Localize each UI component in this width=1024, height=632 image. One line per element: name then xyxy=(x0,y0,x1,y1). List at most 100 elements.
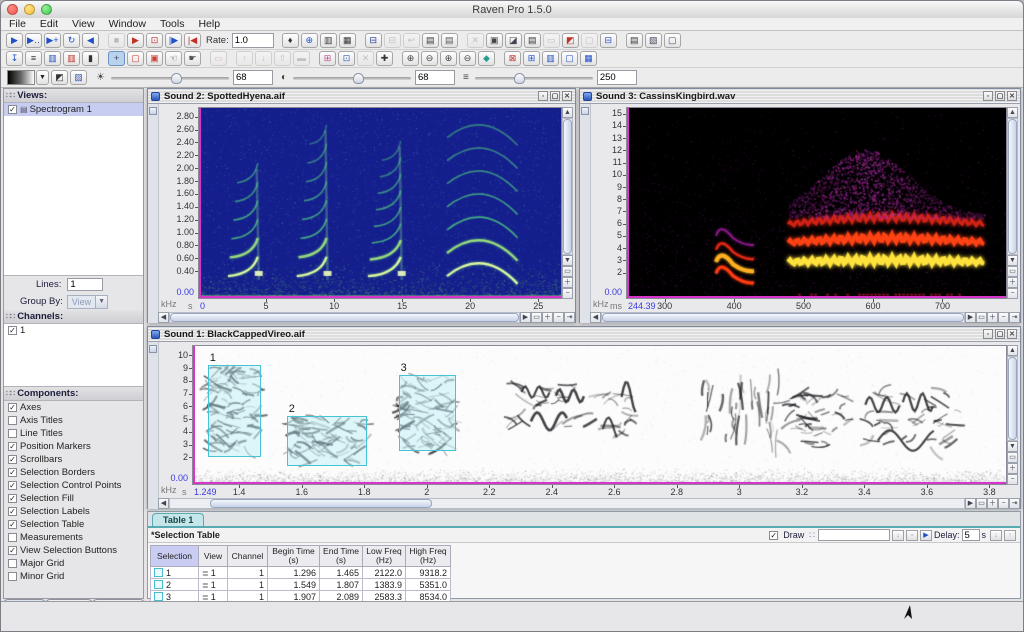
clear-selection-button[interactable]: ▭ xyxy=(210,51,227,66)
time-zoom-reset-button[interactable]: ▭ xyxy=(531,312,542,323)
tab-table-1[interactable]: Table 1 xyxy=(152,513,204,526)
component-position-markers[interactable]: ✓Position Markers xyxy=(4,440,143,453)
scroll-down-button[interactable]: ▼ xyxy=(562,255,573,266)
play-selection-button[interactable]: ▶+ xyxy=(44,33,61,48)
print-button[interactable]: ▤ xyxy=(524,33,541,48)
zoom-out-freq-button[interactable]: ⊖ xyxy=(459,51,476,66)
scroll-right-button[interactable]: ▶ xyxy=(965,312,976,323)
scroll-left-button[interactable]: ◀ xyxy=(158,498,169,509)
s3-vertical-scrollbar[interactable]: ▲▼▭＋− xyxy=(1007,107,1019,299)
save-button[interactable]: ⊟ xyxy=(384,33,401,48)
component-view-selection-buttons[interactable]: ✓View Selection Buttons xyxy=(4,544,143,557)
revert-button[interactable]: ↩ xyxy=(403,33,420,48)
smoothing-slider[interactable] xyxy=(475,72,593,84)
maximize-button[interactable]: ▢ xyxy=(995,91,1005,101)
zoom-out-time-button[interactable]: ⊖ xyxy=(421,51,438,66)
copy-button[interactable]: ▣ xyxy=(486,33,503,48)
page-scan-button[interactable]: ▧ xyxy=(645,33,662,48)
view-select-button[interactable] xyxy=(149,345,157,353)
scroll-right-button[interactable]: ▶ xyxy=(965,498,976,509)
component-selection-labels[interactable]: ✓Selection Labels xyxy=(4,505,143,518)
flatten-button[interactable]: ▬ xyxy=(293,51,310,66)
new-waveform-button[interactable]: ▥ xyxy=(44,51,61,66)
new-spectrogram-button[interactable]: ▥ xyxy=(63,51,80,66)
lines-input[interactable] xyxy=(67,278,103,291)
menu-file[interactable]: File xyxy=(9,18,26,30)
freq-zoom-out-button[interactable]: − xyxy=(1007,288,1018,299)
scroll-down-button[interactable]: ▼ xyxy=(1007,255,1018,266)
close-button[interactable]: ✕ xyxy=(1007,91,1017,101)
play-button[interactable]: ▶ xyxy=(6,33,23,48)
new-slice-button[interactable]: ▮ xyxy=(82,51,99,66)
component-scrollbars-checkbox[interactable]: ✓ xyxy=(8,455,17,464)
new-document-button[interactable]: ▢ xyxy=(664,33,681,48)
hscroll-thumb[interactable] xyxy=(210,499,432,508)
smoothing-slider-thumb[interactable] xyxy=(514,73,525,84)
selection-tool-button[interactable]: + xyxy=(108,51,125,66)
grid-toggle-button[interactable]: ⊠ xyxy=(504,51,521,66)
apply-filter-button[interactable]: ↓ xyxy=(892,530,904,541)
column-header-selection[interactable]: Selection xyxy=(151,546,199,567)
window-layout-button[interactable]: ▢ xyxy=(561,51,578,66)
time-zoom-in-button[interactable]: ＋ xyxy=(987,498,998,509)
s2-spectrogram-plot[interactable] xyxy=(198,107,562,299)
print-sound-button[interactable]: ▤ xyxy=(422,33,439,48)
column-header-channel[interactable]: Channel xyxy=(228,546,268,567)
freq-zoom-in-button[interactable]: ＋ xyxy=(562,277,573,288)
print-preview-button[interactable]: ▤ xyxy=(441,33,458,48)
vscroll-track[interactable] xyxy=(1007,118,1018,255)
vscroll-thumb[interactable] xyxy=(1008,357,1017,440)
close-button[interactable]: ✕ xyxy=(562,91,572,101)
component-selection-fill[interactable]: ✓Selection Fill xyxy=(4,492,143,505)
hscroll-track[interactable] xyxy=(601,312,965,323)
hscroll-thumb[interactable] xyxy=(602,313,964,322)
link-views-button[interactable]: ↧ xyxy=(6,51,23,66)
scroll-left-button[interactable]: ◀ xyxy=(590,312,601,323)
invert-colormap-button[interactable]: ◩ xyxy=(51,70,68,85)
view-select-button[interactable] xyxy=(581,107,589,115)
move-down-button[interactable]: ↓ xyxy=(255,51,272,66)
menu-view[interactable]: View xyxy=(72,18,95,30)
close-view-button[interactable]: ✕ xyxy=(357,51,374,66)
time-zoom-out-button[interactable]: − xyxy=(998,498,1009,509)
record-new-button[interactable]: ⊕ xyxy=(301,33,318,48)
stop-button[interactable]: ■ xyxy=(108,33,125,48)
component-view-selection-buttons-checkbox[interactable]: ✓ xyxy=(8,546,17,555)
component-selection-borders[interactable]: ✓Selection Borders xyxy=(4,466,143,479)
play-selection-table-button[interactable]: ▶ xyxy=(920,530,932,541)
channels-panel-header-grip[interactable]: ∷∷ xyxy=(6,312,14,321)
record-marker-button[interactable]: |◀ xyxy=(184,33,201,48)
hscroll-track[interactable] xyxy=(169,312,520,323)
component-axes-checkbox[interactable]: ✓ xyxy=(8,403,17,412)
vscroll-thumb[interactable] xyxy=(1008,119,1017,254)
contrast-value-input[interactable] xyxy=(415,70,455,85)
delete-button[interactable]: ▭ xyxy=(543,33,560,48)
freq-zoom-in-button[interactable]: ＋ xyxy=(1007,463,1018,474)
play-filtered-button[interactable]: ▶ xyxy=(127,33,144,48)
groupby-dropdown-arrow[interactable]: ▼ xyxy=(96,295,108,309)
channel-item-1-checkbox[interactable]: ✓ xyxy=(8,326,17,335)
minimize-button[interactable]: ▫ xyxy=(538,91,548,101)
delay-increment-button[interactable]: ↑ xyxy=(1004,530,1016,541)
component-selection-labels-checkbox[interactable]: ✓ xyxy=(8,507,17,516)
vscroll-track[interactable] xyxy=(562,118,573,255)
zoom-reset-button[interactable]: ◆ xyxy=(478,51,495,66)
views-panel-header-grip[interactable]: ∷∷ xyxy=(6,91,14,100)
microphone-button[interactable]: ♦ xyxy=(282,33,299,48)
time-zoom-out-button[interactable]: − xyxy=(998,312,1009,323)
s1-spectrogram-plot[interactable]: 123 xyxy=(192,345,1007,485)
minimize-button[interactable]: ▫ xyxy=(983,91,993,101)
close-button[interactable]: ✕ xyxy=(1007,329,1017,339)
component-minor-grid-checkbox[interactable] xyxy=(8,572,17,581)
scroll-end-button[interactable]: ⇥ xyxy=(564,312,575,323)
zoom-in-freq-button[interactable]: ⊕ xyxy=(440,51,457,66)
scroll-up-button[interactable]: ▲ xyxy=(1007,107,1018,118)
component-minor-grid[interactable]: Minor Grid xyxy=(4,570,143,583)
time-zoom-reset-button[interactable]: ▭ xyxy=(976,498,987,509)
selection-rect-button[interactable]: ▢ xyxy=(127,51,144,66)
cut-button[interactable]: ✕ xyxy=(467,33,484,48)
component-selection-borders-checkbox[interactable]: ✓ xyxy=(8,468,17,477)
point-tool-button[interactable]: ☜ xyxy=(165,51,182,66)
scroll-right-button[interactable]: ▶ xyxy=(520,312,531,323)
filter-input[interactable] xyxy=(818,529,890,541)
